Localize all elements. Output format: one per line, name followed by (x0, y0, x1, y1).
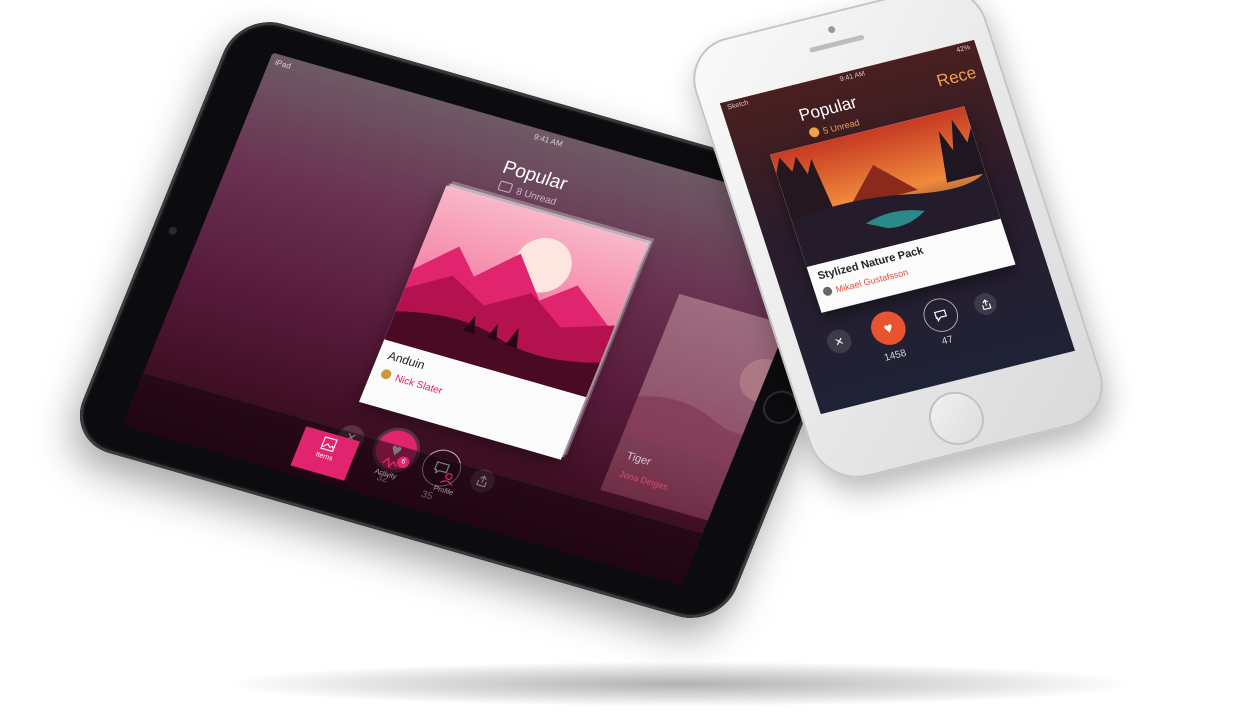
iphone-camera (827, 25, 837, 34)
tab-activity[interactable]: Activity 6 (352, 444, 422, 499)
iphone-battery: 42% (955, 44, 972, 55)
ipad-camera (167, 226, 179, 236)
author-avatar (379, 368, 393, 381)
iphone-speaker (808, 34, 865, 53)
tab-profile[interactable]: Profile (410, 460, 480, 515)
next-card-author: Jona Dinges (617, 468, 670, 492)
iphone-next-page-title[interactable]: Rece (934, 63, 979, 92)
tab-items-label: Items (314, 451, 334, 463)
artwork-author[interactable]: Nick Slater (379, 368, 444, 397)
iphone-home-button[interactable] (921, 386, 992, 451)
smiley-icon (807, 126, 821, 139)
iphone-likes-count: 1458 (882, 347, 908, 364)
iphone-carrier: Sketch (726, 99, 750, 112)
artwork-title: Anduin (385, 348, 428, 372)
ipad-status-time: 9:41 AM (532, 132, 565, 149)
iphone-status-time: 9:41 AM (838, 70, 867, 84)
profile-icon (439, 473, 453, 486)
next-card-title: Tiger (624, 450, 653, 469)
artwork-card[interactable]: Anduin Nick Slater (358, 185, 649, 460)
iphone-heart-icon: ♥ (881, 319, 896, 338)
iphone-close-icon: ✕ (832, 335, 846, 349)
iphone-artwork-image (770, 106, 1001, 268)
iphone-share-icon (981, 298, 991, 310)
tab-items[interactable]: Items (290, 426, 361, 481)
tab-profile-label: Profile (432, 484, 454, 497)
forest-sunset-artwork (770, 106, 1001, 268)
iphone-comments-count: 47 (940, 334, 955, 348)
mail-icon (497, 180, 514, 194)
floor-shadow (230, 662, 1130, 706)
image-icon (320, 436, 338, 453)
iphone-comment-button[interactable] (918, 294, 963, 336)
author-name: Nick Slater (393, 373, 444, 397)
iphone-artwork-card[interactable]: Stylized Nature Pack Mikael Gustafsson (770, 106, 1016, 313)
iphone-dismiss-button[interactable]: ✕ (823, 327, 855, 356)
iphone-share-button[interactable] (971, 290, 1000, 318)
iphone-speech-bubble-icon (933, 309, 947, 323)
iphone-like-button[interactable]: ♥ (866, 307, 911, 349)
iphone-author-avatar (821, 285, 834, 297)
